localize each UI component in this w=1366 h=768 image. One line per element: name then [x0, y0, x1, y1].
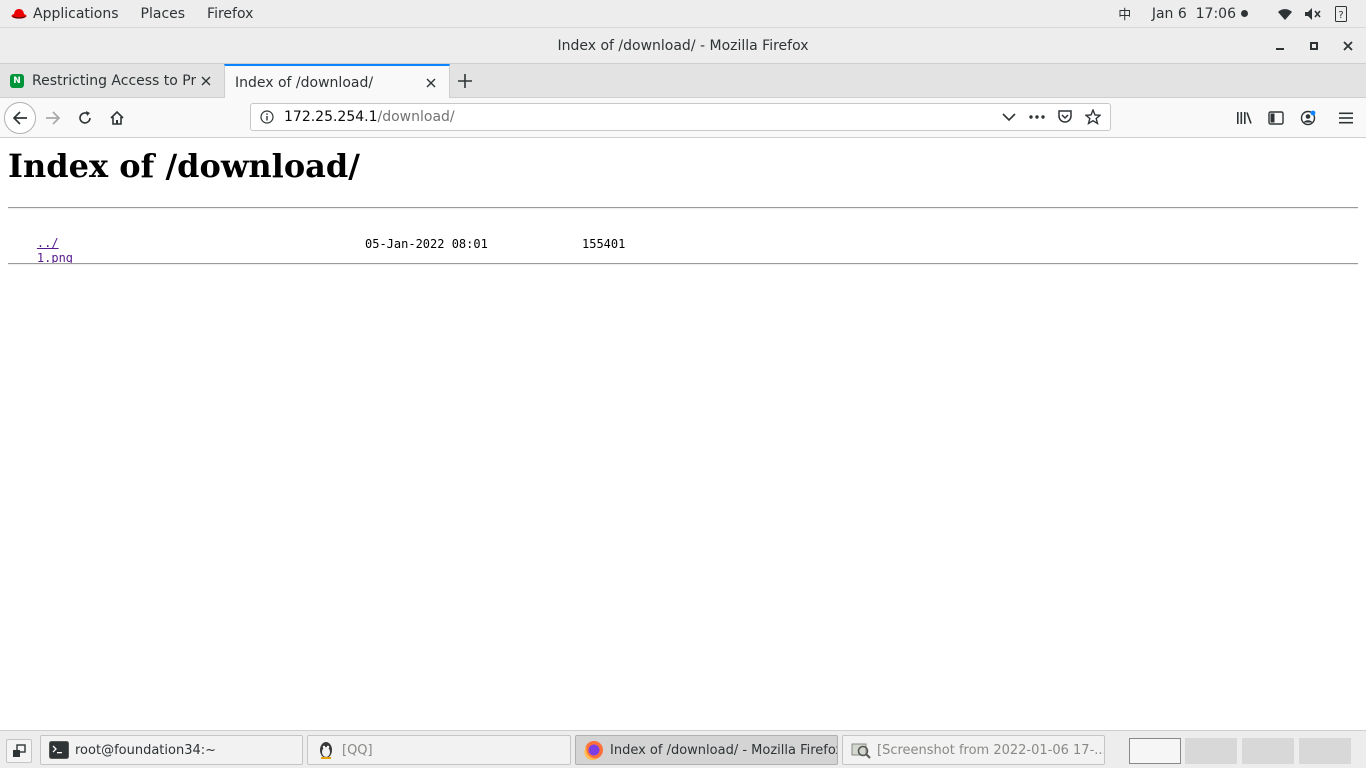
applications-menu[interactable]: Applications — [0, 0, 130, 28]
taskbar-item-firefox[interactable]: Index of /download/ - Mozilla Firefox — [575, 735, 838, 765]
hamburger-icon — [1339, 112, 1353, 124]
reload-icon — [79, 111, 91, 124]
taskbar-item-label: [Screenshot from 2022-01-06 17-... — [877, 742, 1105, 758]
firefox-icon — [584, 740, 604, 760]
workspace-1[interactable] — [1129, 738, 1181, 764]
taskbar-item-qq[interactable]: [QQ] — [307, 735, 571, 765]
arrow-left-icon — [12, 111, 27, 125]
workspace-4[interactable] — [1299, 738, 1351, 764]
tab-index-of-download[interactable]: Index of /download/ — [224, 64, 450, 99]
qq-penguin-icon — [316, 740, 336, 760]
navigation-toolbar: 172.25.254.1/download/ — [0, 98, 1366, 138]
new-tab-button[interactable] — [454, 70, 476, 92]
bookmark-star-button[interactable] — [1082, 106, 1104, 128]
library-button[interactable] — [1230, 104, 1258, 132]
pocket-button[interactable] — [1054, 106, 1076, 128]
plus-icon — [458, 74, 472, 88]
url-host: 172.25.254.1 — [284, 109, 378, 125]
pocket-icon — [1058, 110, 1072, 123]
divider — [8, 207, 1358, 209]
taskbar-item-label: Index of /download/ - Mozilla Firefox — [610, 742, 838, 758]
maximize-button[interactable] — [1304, 36, 1324, 56]
wifi-icon — [1276, 5, 1294, 23]
workspace-3[interactable] — [1242, 738, 1294, 764]
system-tray[interactable]: ? — [1276, 5, 1350, 23]
more-dots-icon — [1029, 115, 1045, 119]
notification-dot-icon — [1241, 10, 1248, 17]
tab-restricting-access[interactable]: N Restricting Access to Proxied HTTP Res… — [0, 64, 224, 98]
sidebar-toggle-button[interactable] — [1262, 104, 1290, 132]
url-path: /download/ — [377, 109, 455, 125]
close-tab-icon[interactable] — [423, 75, 439, 91]
hamburger-menu-button[interactable] — [1332, 104, 1360, 132]
nginx-favicon-icon: N — [10, 74, 24, 88]
window-list-taskbar: root@foundation34:~ [QQ] Index of /downl… — [0, 730, 1366, 768]
arrow-right-icon — [46, 111, 61, 125]
file-date: 05-Jan-2022 08:01 — [365, 237, 488, 251]
input-method-indicator[interactable]: 中 — [1110, 4, 1140, 23]
clock[interactable]: Jan 6 17:06 — [1152, 6, 1248, 22]
clock-text: Jan 6 17:06 — [1151, 5, 1236, 22]
listing-row-file: 1.png 05-Jan-2022 08:01 155401 — [8, 237, 708, 307]
reload-button[interactable] — [71, 104, 99, 132]
window-controls — [1270, 36, 1358, 56]
window-title-bar[interactable]: Index of /download/ - Mozilla Firefox — [0, 28, 1366, 64]
home-button[interactable] — [103, 104, 131, 132]
star-icon — [1085, 109, 1101, 125]
back-button[interactable] — [4, 102, 36, 134]
site-info-icon[interactable] — [260, 110, 274, 124]
workspace-2[interactable] — [1185, 738, 1237, 764]
account-button[interactable] — [1294, 104, 1322, 132]
volume-muted-icon — [1304, 5, 1322, 23]
library-icon — [1237, 112, 1252, 124]
taskbar-item-label: [QQ] — [342, 742, 373, 758]
help-icon: ? — [1332, 5, 1350, 23]
url-text[interactable]: 172.25.254.1/download/ — [284, 109, 998, 125]
applications-label: Applications — [33, 5, 119, 22]
close-tab-icon[interactable] — [198, 73, 214, 89]
url-bar[interactable]: 172.25.254.1/download/ — [250, 103, 1111, 131]
window-title: Index of /download/ - Mozilla Firefox — [557, 38, 809, 54]
sidebar-icon — [1268, 111, 1284, 125]
svg-text:?: ? — [1338, 10, 1343, 21]
tab-label: Index of /download/ — [235, 74, 374, 91]
account-icon — [1300, 110, 1316, 126]
places-label: Places — [140, 5, 186, 22]
forward-button[interactable] — [39, 104, 67, 132]
chevron-down-icon — [1002, 113, 1016, 122]
url-dropdown-button[interactable] — [998, 106, 1020, 128]
tab-strip: N Restricting Access to Proxied HTTP Res… — [0, 64, 1366, 99]
gnome-top-bar: Applications Places Firefox 中 Jan 6 17:0… — [0, 0, 1366, 28]
firefox-menu-label: Firefox — [207, 5, 254, 22]
taskbar-item-terminal[interactable]: root@foundation34:~ — [40, 735, 303, 765]
redhat-logo-icon — [11, 8, 27, 19]
show-desktop-button[interactable] — [6, 739, 32, 763]
page-title: Index of /download/ — [8, 147, 360, 185]
places-menu[interactable]: Places — [130, 0, 197, 28]
tab-label: Restricting Access to Proxied HTTP Resou… — [32, 73, 196, 89]
home-icon — [110, 110, 124, 125]
close-window-button[interactable] — [1338, 36, 1358, 56]
divider — [8, 263, 1358, 265]
terminal-icon — [49, 740, 69, 760]
page-actions-button[interactable] — [1026, 106, 1048, 128]
show-desktop-icon — [13, 744, 26, 757]
image-viewer-icon — [851, 740, 871, 760]
minimize-button[interactable] — [1270, 36, 1290, 56]
file-size: 155401 — [582, 237, 626, 251]
firefox-app-menu[interactable]: Firefox — [196, 0, 264, 28]
taskbar-item-label: root@foundation34:~ — [75, 742, 217, 758]
page-content: Index of /download/ ../ 1.png 05-Jan-202… — [0, 139, 1366, 730]
taskbar-item-screenshot-viewer[interactable]: [Screenshot from 2022-01-06 17-... — [842, 735, 1105, 765]
